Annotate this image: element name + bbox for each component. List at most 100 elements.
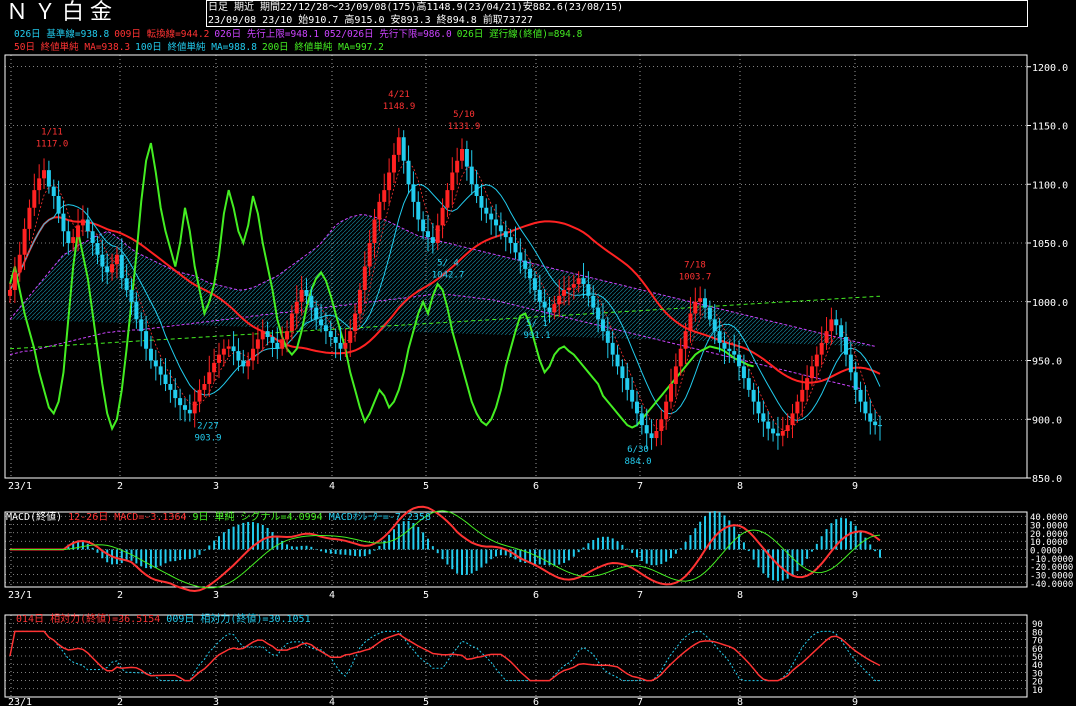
candle-body — [790, 413, 795, 426]
candle-body — [85, 219, 90, 232]
candle-body — [771, 428, 776, 434]
candle-body — [805, 378, 810, 390]
annotation-value: 1117.0 — [36, 139, 69, 149]
price-xtick-label: 5 — [423, 481, 429, 492]
candle-body — [746, 378, 751, 390]
annotation-value: 1148.9 — [383, 102, 416, 112]
candle-body — [586, 284, 591, 296]
candle-body — [294, 301, 299, 314]
candle-body — [732, 351, 737, 355]
candle-body — [664, 401, 669, 420]
candle-body — [484, 207, 489, 214]
candle-body — [144, 331, 149, 349]
candle-body — [425, 231, 430, 238]
rsi-legend-item-1: 009日 相対力(終値)=30.1051 — [166, 614, 311, 625]
price-chart: 850.0 900.0 950.0 1000.0 1050.0 1100.0 1150.0 1… — [4, 54, 1073, 706]
candle-body — [367, 243, 372, 267]
candle-body — [634, 401, 639, 414]
candle-body — [260, 331, 265, 340]
candle-body — [878, 425, 882, 427]
candle-body — [148, 348, 153, 361]
candle-body — [241, 360, 246, 367]
candle-body — [348, 331, 353, 343]
candle-body — [498, 225, 503, 232]
rsi-xtick-label: 6 — [533, 697, 539, 706]
candle-body — [17, 254, 22, 273]
candle-body — [775, 433, 780, 436]
candle-body — [46, 170, 51, 187]
candle-body — [678, 348, 683, 367]
macd-legend-item-3: MACDｵｼﾚｰﾀｰ=-7.2358 — [328, 512, 431, 523]
candle-body — [615, 354, 620, 367]
rsi-legend-item-0: 014日 相対力(終値)=36.5154 — [16, 614, 161, 625]
candle-body — [382, 190, 387, 202]
candle-body — [727, 348, 732, 352]
candle-body — [654, 431, 659, 439]
price-ytick-label: 950.0 — [1032, 357, 1062, 368]
candle-body — [338, 342, 343, 349]
price-ytick-label: 1100.0 — [1032, 180, 1068, 191]
candle-body — [110, 264, 115, 273]
candle-body — [610, 342, 615, 355]
candle-body — [780, 431, 785, 436]
candle-body — [644, 425, 649, 434]
annotation-date: 2/27 — [197, 422, 219, 432]
candle-body — [596, 307, 601, 320]
candle-body — [42, 170, 47, 179]
annotation-date: 4/21 — [388, 90, 410, 100]
candle-body — [649, 433, 654, 439]
candle-body — [66, 231, 71, 243]
price-ytick-label: 1150.0 — [1032, 122, 1068, 133]
candle-body — [868, 413, 873, 422]
macd-legend-item-2: 9日 単純 シグナル=4.0994 — [192, 512, 323, 523]
candle-body — [659, 419, 664, 431]
candle-body — [391, 154, 396, 173]
candle-body — [76, 225, 81, 238]
candle-body — [693, 301, 698, 314]
candle-body — [192, 401, 197, 414]
candle-body — [751, 389, 756, 402]
candle-body — [178, 398, 183, 406]
price-ytick-label: 1200.0 — [1032, 63, 1068, 74]
macd-xtick-label: 23/1 — [8, 590, 32, 601]
candle-body — [207, 372, 212, 384]
candle-body — [795, 401, 800, 414]
macd-xtick-label: 6 — [533, 590, 539, 601]
candle-body — [503, 231, 508, 238]
candle-body — [71, 237, 76, 243]
candle-body — [280, 339, 285, 349]
candle-body — [27, 207, 32, 229]
candle-body — [532, 278, 537, 290]
candle-body — [737, 354, 742, 367]
candle-body — [761, 413, 766, 422]
candle-body — [216, 354, 221, 363]
macd-xtick-label: 9 — [852, 590, 858, 601]
candle-body — [688, 313, 693, 332]
candle-body — [421, 219, 426, 232]
candle-body — [231, 346, 236, 352]
candle-body — [445, 190, 450, 208]
candle-body — [581, 278, 586, 285]
macd-legend-item-1: 12-26日 MACD=-3.1364 — [68, 512, 187, 523]
price-ytick-label: 900.0 — [1032, 415, 1062, 426]
candle-body — [105, 266, 110, 273]
candle-body — [673, 366, 678, 384]
candle-body — [163, 374, 168, 384]
price-xtick-label: 6 — [533, 481, 539, 492]
macd-xtick-label: 7 — [637, 590, 643, 601]
candle-body — [153, 360, 158, 367]
candle-body — [698, 298, 703, 302]
candle-body — [625, 378, 630, 390]
annotation-value: 1003.7 — [679, 272, 712, 282]
candle-body — [528, 268, 533, 279]
candle-body — [435, 225, 440, 243]
macd-legend: MACD(終値) 12-26日 MACD=-3.1364 9日 単純 シグナル=4.… — [6, 512, 437, 524]
rsi-xtick-label: 5 — [423, 697, 429, 706]
price-xtick-label: 3 — [213, 481, 219, 492]
price-ytick-label: 850.0 — [1032, 474, 1062, 485]
candle-body — [362, 266, 367, 290]
candle-body — [703, 298, 708, 308]
candle-body — [119, 254, 124, 279]
candle-body — [202, 384, 207, 390]
candle-body — [489, 213, 494, 220]
